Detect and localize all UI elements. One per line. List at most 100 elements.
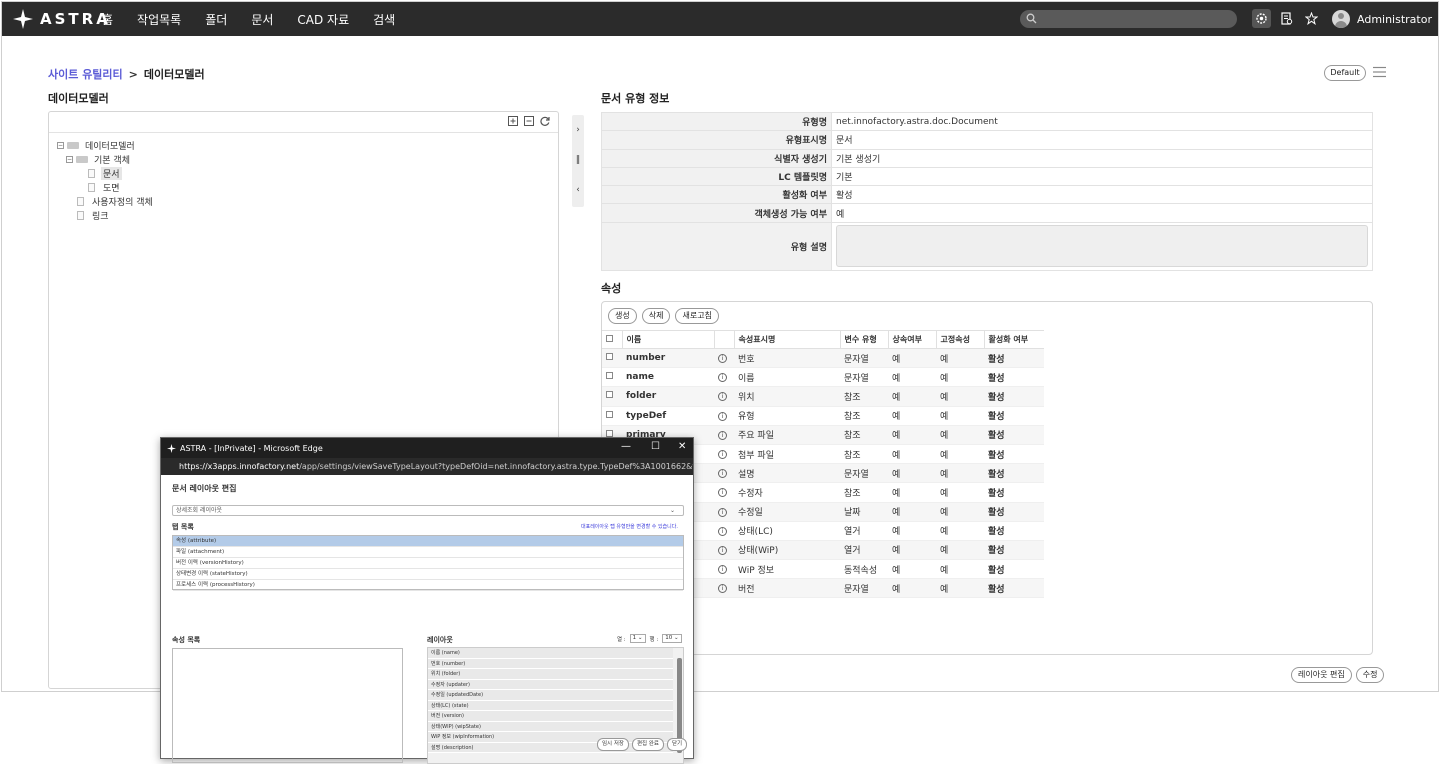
layout-list-item[interactable]: 버전 (version)	[428, 711, 673, 722]
attr-inherit: 예	[888, 578, 936, 599]
info-icon[interactable]: i	[718, 545, 727, 555]
create-button[interactable]: 생성	[608, 308, 637, 324]
nav-home[interactable]: 홈	[102, 11, 113, 28]
settings-gear-icon[interactable]	[1252, 9, 1271, 28]
attribute-list-box[interactable]	[172, 648, 403, 763]
collapse-toggle-icon[interactable]: −	[66, 155, 73, 163]
info-icon[interactable]: i	[718, 411, 727, 421]
table-row[interactable]: number i 번호 문자열 예 예 활성	[602, 348, 1044, 369]
layout-list-item[interactable]: 상태(LC) (state)	[428, 700, 673, 711]
col-fixed[interactable]: 고정속성	[936, 330, 985, 349]
popup-window-title: ASTRA - [InPrivate] - Microsoft Edge	[180, 443, 323, 453]
tab-list-item[interactable]: 프로세스 이력 (processHistory)	[173, 580, 683, 591]
row-checkbox[interactable]	[606, 353, 613, 361]
pause-handle-icon[interactable]: ‖	[572, 145, 584, 175]
layout-list-item[interactable]: 수정일 (updatedDate)	[428, 690, 673, 701]
collapse-toggle-icon[interactable]: −	[57, 141, 64, 149]
minimize-icon[interactable]: —	[621, 441, 631, 452]
tab-list-item[interactable]: 버전 이력 (versionHistory)	[173, 558, 683, 569]
tab-list-item[interactable]: 파일 (attachment)	[173, 547, 683, 558]
col-name[interactable]: 이름	[622, 330, 715, 349]
col-select[interactable]: 10 ⌄	[662, 634, 682, 643]
document-icon	[88, 168, 95, 178]
nav-document[interactable]: 문서	[251, 11, 273, 28]
delete-button[interactable]: 삭제	[641, 308, 671, 324]
attr-display: 주요 파일	[734, 425, 840, 445]
edit-done-button[interactable]: 편집 완료	[632, 738, 664, 751]
info-icon[interactable]: i	[718, 430, 727, 440]
col-inherit[interactable]: 상속여부	[888, 330, 937, 349]
collapse-all-icon[interactable]	[524, 116, 534, 126]
tab-list-item[interactable]: 속성 (attribute)	[173, 536, 683, 547]
layout-list-item[interactable]: 수정자 (updater)	[428, 679, 673, 690]
close-icon[interactable]: ✕	[678, 441, 686, 452]
tree-node-document[interactable]: 문서	[88, 166, 153, 180]
modify-button[interactable]: 수정	[1355, 667, 1385, 683]
info-icon[interactable]: i	[718, 450, 727, 460]
panel-splitter[interactable]: › ‖ ‹	[572, 115, 584, 207]
attr-list-label: 속성 목록	[172, 636, 201, 644]
favorite-star-icon[interactable]	[1302, 9, 1321, 28]
search-input[interactable]	[1020, 10, 1237, 28]
attr-inherit: 예	[888, 502, 936, 522]
table-row[interactable]: folder i 위치 참조 예 예 활성	[602, 386, 1044, 407]
row-checkbox[interactable]	[606, 429, 613, 437]
nav-folder[interactable]: 폴더	[205, 11, 227, 28]
breadcrumb-parent[interactable]: 사이트 유틸리티	[48, 66, 123, 82]
info-icon[interactable]: i	[718, 488, 727, 498]
tree-node-user-object[interactable]: 사용자정의 객체	[77, 194, 153, 208]
refresh-button[interactable]: 새로고침	[675, 308, 719, 324]
tree-node-base-object[interactable]: − 기본 객체	[66, 152, 153, 166]
tree-node-link[interactable]: 링크	[77, 208, 153, 222]
select-all-checkbox[interactable]	[606, 335, 613, 342]
layout-type-select[interactable]: 상세조회 레이아웃 ⌄	[172, 505, 684, 516]
refresh-icon[interactable]	[540, 116, 550, 126]
layout-edit-button[interactable]: 레이아웃 편집	[1291, 667, 1352, 683]
info-icon[interactable]: i	[718, 392, 727, 402]
chevron-right-icon[interactable]: ›	[572, 115, 584, 145]
col-var-type[interactable]: 변수 유형	[840, 330, 889, 349]
info-icon[interactable]: i	[718, 584, 727, 594]
col-active[interactable]: 활성화 여부	[984, 330, 1044, 349]
popup-address-bar[interactable]: https://x3apps.innofactory.net/app/setti…	[161, 458, 693, 475]
layout-list-item[interactable]: 이름 (name)	[428, 648, 673, 659]
expand-all-icon[interactable]	[508, 116, 518, 126]
attr-inherit: 예	[888, 521, 936, 541]
maximize-icon[interactable]: ☐	[651, 441, 660, 452]
row-select[interactable]: 1 ⌄	[629, 634, 646, 643]
layout-list-item[interactable]: 번호 (number)	[428, 658, 673, 669]
tree-node-drawing[interactable]: 도면	[88, 180, 153, 194]
hamburger-menu-icon[interactable]	[1373, 66, 1386, 78]
row-checkbox[interactable]	[606, 410, 613, 418]
temp-save-button[interactable]: 임시 저장	[597, 738, 629, 751]
row-checkbox[interactable]	[606, 372, 613, 380]
nav-search[interactable]: 검색	[373, 11, 395, 28]
default-button[interactable]: Default	[1324, 65, 1366, 81]
nav-worklist[interactable]: 작업목록	[137, 11, 181, 28]
document-list-icon[interactable]	[1277, 9, 1296, 28]
row-select-cell	[602, 406, 622, 426]
info-icon[interactable]: i	[718, 526, 727, 536]
info-icon[interactable]: i	[718, 354, 727, 364]
table-row[interactable]: name i 이름 문자열 예 예 활성	[602, 367, 1044, 388]
table-row[interactable]: typeDef i 유형 참조 예 예 활성	[602, 406, 1044, 426]
info-icon[interactable]: i	[718, 469, 727, 479]
close-button[interactable]: 닫기	[667, 738, 688, 751]
tree-label: 링크	[92, 211, 109, 222]
layout-list-item[interactable]: 상태(WIP) (wipState)	[428, 721, 673, 732]
info-value: 기본 생성기	[831, 148, 1373, 168]
nav-cad[interactable]: CAD 자료	[297, 11, 349, 28]
chevron-left-icon[interactable]: ‹	[572, 175, 584, 205]
col-display[interactable]: 속성표시명	[734, 330, 841, 349]
tab-list-item[interactable]: 상태변경 이력 (stateHistory)	[173, 569, 683, 580]
astra-logo[interactable]: ASTRA	[12, 8, 111, 30]
user-menu[interactable]: Administrator	[1332, 10, 1432, 28]
info-icon[interactable]: i	[718, 373, 727, 383]
folder-icon	[67, 141, 79, 149]
info-icon[interactable]: i	[718, 565, 727, 575]
row-checkbox[interactable]	[606, 391, 613, 399]
tree-node-root[interactable]: − 데이터모델러	[57, 138, 153, 152]
layout-list-item[interactable]: 위치 (folder)	[428, 669, 673, 680]
info-icon[interactable]: i	[718, 507, 727, 517]
info-cell: i	[714, 386, 734, 407]
